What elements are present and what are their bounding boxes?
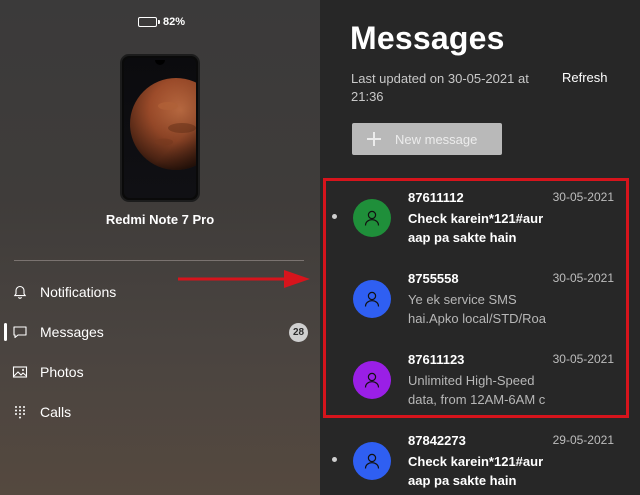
refresh-link[interactable]: Refresh xyxy=(562,70,608,85)
message-date: 29-05-2021 xyxy=(552,433,614,447)
message-preview: Unlimited High-Speed data, from 12AM-6AM… xyxy=(408,373,546,407)
nav-label-notifications: Notifications xyxy=(40,284,117,300)
person-icon xyxy=(364,372,380,388)
battery-icon xyxy=(138,17,160,27)
person-icon xyxy=(364,453,380,469)
unread-indicator xyxy=(332,214,337,219)
message-list: 87611112 30-05-2021 Check karein*121#aur… xyxy=(320,180,640,495)
message-preview: Check karein*121#aur aap pa sakte hain xyxy=(408,454,544,488)
phone-image xyxy=(120,54,200,202)
device-pane: 82% Redmi Note 7 Pro Notifications Messa… xyxy=(0,0,320,495)
unread-indicator xyxy=(332,457,337,462)
nav-item-messages[interactable]: Messages 28 xyxy=(0,312,320,352)
nav-label-photos: Photos xyxy=(40,364,84,380)
message-date: 30-05-2021 xyxy=(552,271,614,285)
message-preview: Check karein*121#aur aap pa sakte hain xyxy=(408,211,544,245)
messages-count-badge: 28 xyxy=(289,323,308,342)
chat-bubble-icon xyxy=(13,326,27,339)
avatar xyxy=(353,361,391,399)
message-item[interactable]: 87611112 30-05-2021 Check karein*121#aur… xyxy=(320,180,640,261)
message-sender: 8755558 xyxy=(408,271,459,286)
image-icon xyxy=(12,366,28,378)
message-sender: 87611123 xyxy=(408,352,465,367)
message-item[interactable]: 87842273 29-05-2021 Check karein*121#aur… xyxy=(320,423,640,495)
avatar xyxy=(353,280,391,318)
nav-item-calls[interactable]: Calls xyxy=(0,392,320,432)
plus-icon xyxy=(367,132,381,146)
annotation-arrow-icon xyxy=(178,270,310,288)
sidebar-nav: Notifications Messages 28 Photos Calls xyxy=(0,272,320,432)
bell-icon xyxy=(13,285,27,299)
battery-percent: 82% xyxy=(163,16,186,28)
message-date: 30-05-2021 xyxy=(552,352,614,366)
message-preview: Ye ek service SMS hai.Apko local/STD/Roa xyxy=(408,292,547,326)
avatar xyxy=(353,442,391,480)
message-date: 30-05-2021 xyxy=(552,190,614,204)
person-icon xyxy=(364,210,380,226)
nav-label-calls: Calls xyxy=(40,404,72,420)
page-title: Messages xyxy=(350,20,505,56)
new-message-button[interactable]: New message xyxy=(352,123,502,155)
phone-wallpaper xyxy=(124,58,196,198)
message-item[interactable]: 87611123 30-05-2021 Unlimited High-Speed… xyxy=(320,342,640,423)
new-message-label: New message xyxy=(395,131,478,147)
message-sender: 87611112 xyxy=(408,190,464,205)
nav-label-messages: Messages xyxy=(40,324,104,340)
person-icon xyxy=(364,291,380,307)
messages-pane: Messages Last updated on 30-05-2021 at 2… xyxy=(320,0,640,495)
message-sender: 87842273 xyxy=(408,433,466,448)
planet-wallpaper-icon xyxy=(130,78,196,170)
avatar xyxy=(353,199,391,237)
device-name: Redmi Note 7 Pro xyxy=(105,212,215,227)
dialpad-icon xyxy=(15,406,25,419)
nav-item-photos[interactable]: Photos xyxy=(0,352,320,392)
battery-status: 82% xyxy=(138,14,185,30)
message-item[interactable]: 8755558 30-05-2021 Ye ek service SMS hai… xyxy=(320,261,640,342)
divider xyxy=(14,260,304,261)
last-updated-text: Last updated on 30-05-2021 at 21:36 xyxy=(351,71,529,104)
